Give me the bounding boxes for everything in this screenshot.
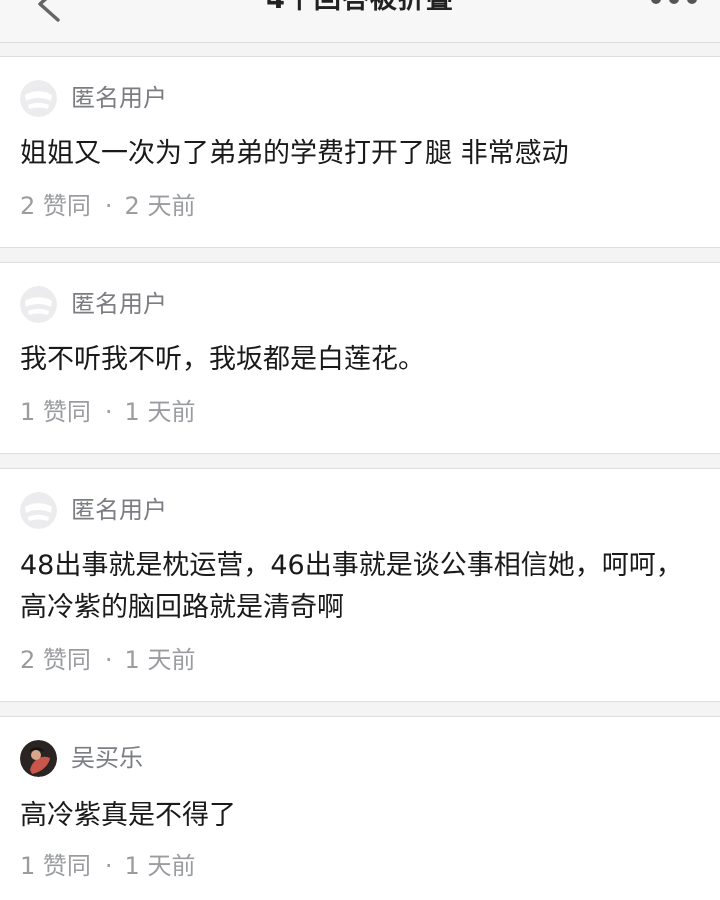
answer-card[interactable]: 匿名用户 姐姐又一次为了弟弟的学费打开了腿 非常感动 2 赞同 · 2 天前 <box>0 56 720 248</box>
anonymous-avatar-icon[interactable] <box>20 80 57 117</box>
answer-meta: 1 赞同 · 1 天前 <box>20 396 195 428</box>
user-photo-avatar-icon[interactable] <box>20 740 57 777</box>
separator-dot: · <box>104 646 113 674</box>
like-count: 2 赞同 <box>20 646 91 674</box>
author-name[interactable]: 匿名用户 <box>71 82 167 114</box>
answer-meta: 1 赞同 · 1 天前 <box>20 850 195 882</box>
answer-card[interactable]: 匿名用户 48出事就是枕运营，46出事就是谈公事相信她，呵呵，高冷紫的脑回路就是… <box>0 468 720 702</box>
post-time: 2 天前 <box>124 192 196 220</box>
screen: 4个回答被折叠 匿名用户 姐姐又一次为了弟弟的学费打开了腿 非常感动 2 赞同 ·… <box>0 0 720 900</box>
more-icon[interactable] <box>650 0 698 6</box>
like-count: 1 赞同 <box>20 852 91 880</box>
anonymous-avatar-icon[interactable] <box>20 286 57 323</box>
top-navigation-bar: 4个回答被折叠 <box>0 0 720 43</box>
author-name[interactable]: 匿名用户 <box>71 494 167 526</box>
answer-card[interactable]: 匿名用户 我不听我不听，我坂都是白莲花。 1 赞同 · 1 天前 <box>0 262 720 454</box>
like-count: 1 赞同 <box>20 398 91 426</box>
answer-meta: 2 赞同 · 1 天前 <box>20 644 195 676</box>
answer-content[interactable]: 48出事就是枕运营，46出事就是谈公事相信她，呵呵，高冷紫的脑回路就是清奇啊 <box>20 545 700 629</box>
anonymous-avatar-icon[interactable] <box>20 492 57 529</box>
answer-content[interactable]: 我不听我不听，我坂都是白莲花。 <box>20 339 700 381</box>
separator-dot: · <box>104 852 113 880</box>
post-time: 1 天前 <box>124 646 196 674</box>
author-name[interactable]: 匿名用户 <box>71 288 167 320</box>
post-time: 1 天前 <box>124 398 196 426</box>
answer-content[interactable]: 高冷紫真是不得了 <box>20 795 700 837</box>
page-title: 4个回答被折叠 <box>0 0 720 16</box>
answer-meta: 2 赞同 · 2 天前 <box>20 190 195 222</box>
separator-dot: · <box>104 398 113 426</box>
answer-card[interactable]: 吴买乐 高冷紫真是不得了 1 赞同 · 1 天前 <box>0 716 720 900</box>
like-count: 2 赞同 <box>20 192 91 220</box>
separator-dot: · <box>104 192 113 220</box>
author-name[interactable]: 吴买乐 <box>71 742 143 774</box>
post-time: 1 天前 <box>124 852 196 880</box>
answer-content[interactable]: 姐姐又一次为了弟弟的学费打开了腿 非常感动 <box>20 133 700 175</box>
